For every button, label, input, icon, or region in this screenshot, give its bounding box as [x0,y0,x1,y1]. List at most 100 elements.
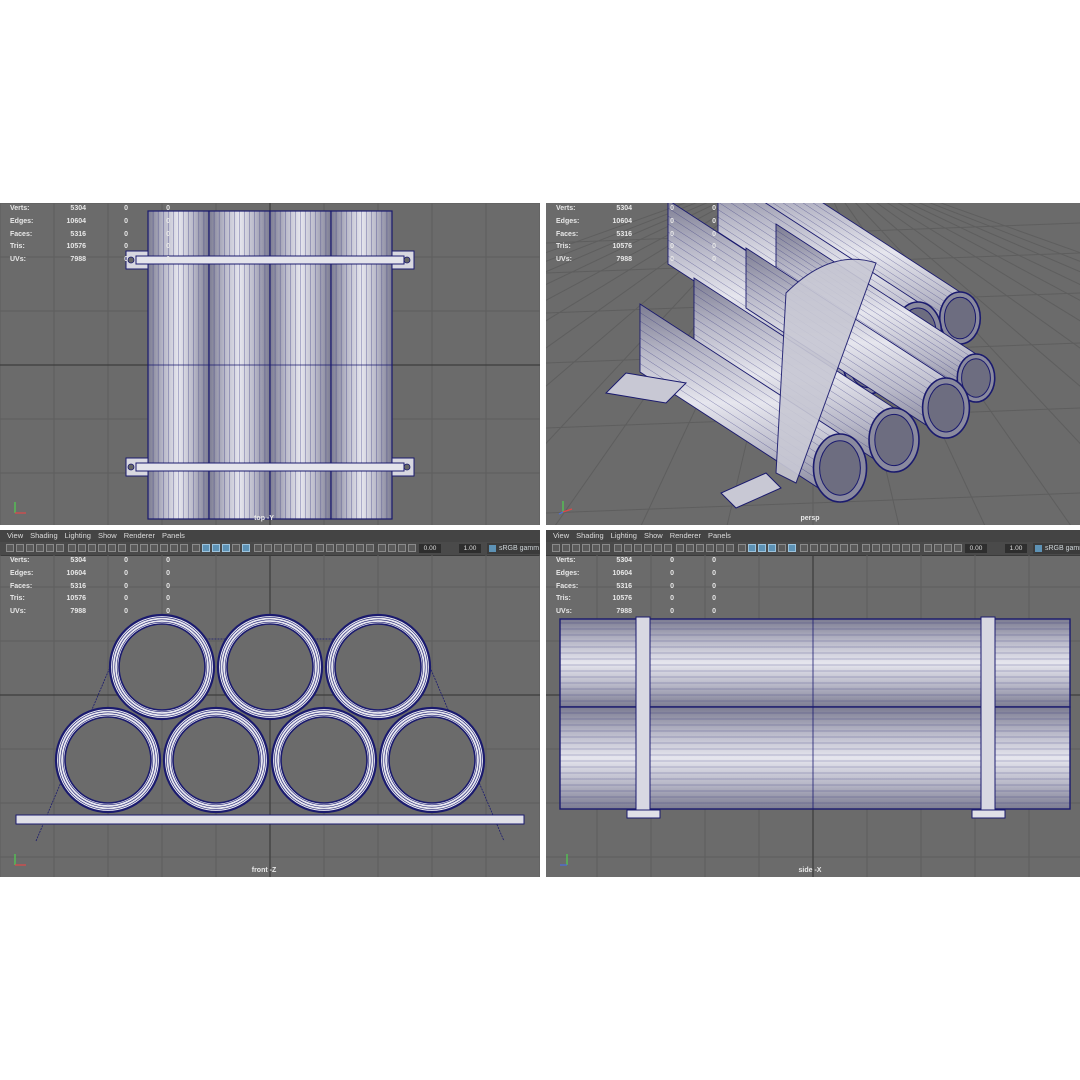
gamma-field[interactable]: 1.00 [1005,544,1027,553]
toolbar-tool-icon[interactable] [738,544,746,552]
toolbar-tool-icon[interactable] [108,544,116,552]
menu-renderer[interactable]: Renderer [670,530,701,542]
toolbar-tool-icon[interactable] [36,544,44,552]
toolbar-tool-icon[interactable] [346,544,354,552]
toolbar-tool-icon[interactable] [304,544,312,552]
toolbar-tool-icon[interactable] [56,544,64,552]
toolbar-tool-icon[interactable] [676,544,684,552]
toolbar-tool-icon[interactable] [758,544,766,552]
toolbar-tool-icon[interactable] [78,544,86,552]
menu-show[interactable]: Show [98,530,117,542]
toolbar-tool-icon[interactable] [954,544,962,552]
toolbar-tool-icon[interactable] [388,544,396,552]
toolbar-tool-icon[interactable] [140,544,148,552]
toolbar-tool-icon[interactable] [398,544,406,552]
toolbar-tool-icon[interactable] [170,544,178,552]
toolbar-tool-icon[interactable] [284,544,292,552]
toolbar-tool-icon[interactable] [912,544,920,552]
toolbar-tool-icon[interactable] [872,544,880,552]
toolbar-tool-icon[interactable] [850,544,858,552]
toolbar-tool-icon[interactable] [316,544,324,552]
color-space-dropdown[interactable]: sRGB gamm [487,543,540,554]
toolbar-tool-icon[interactable] [222,544,230,552]
toolbar-tool-icon[interactable] [202,544,210,552]
exposure-field[interactable]: 0.00 [965,544,987,553]
toolbar-tool-icon[interactable] [98,544,106,552]
toolbar-tool-icon[interactable] [924,544,932,552]
menu-renderer[interactable]: Renderer [124,530,155,542]
menu-lighting[interactable]: Lighting [65,530,91,542]
toolbar-tool-icon[interactable] [160,544,168,552]
toolbar-tool-icon[interactable] [232,544,240,552]
toolbar-tool-icon[interactable] [294,544,302,552]
menu-lighting[interactable]: Lighting [611,530,637,542]
toolbar-tool-icon[interactable] [572,544,580,552]
toolbar-tool-icon[interactable] [696,544,704,552]
toolbar-tool-icon[interactable] [664,544,672,552]
toolbar-tool-icon[interactable] [716,544,724,552]
toolbar-tool-icon[interactable] [264,544,272,552]
toolbar-tool-icon[interactable] [840,544,848,552]
toolbar-tool-icon[interactable] [274,544,282,552]
toolbar-tool-icon[interactable] [6,544,14,552]
toolbar-tool-icon[interactable] [16,544,24,552]
toolbar-tool-icon[interactable] [130,544,138,552]
menu-shading[interactable]: Shading [576,530,604,542]
toolbar-tool-icon[interactable] [378,544,386,552]
toolbar-tool-icon[interactable] [118,544,126,552]
toolbar-tool-icon[interactable] [862,544,870,552]
toolbar-tool-icon[interactable] [902,544,910,552]
toolbar-tool-icon[interactable] [68,544,76,552]
toolbar-tool-icon[interactable] [254,544,262,552]
toolbar-tool-icon[interactable] [644,544,652,552]
toolbar-tool-icon[interactable] [602,544,610,552]
menu-shading[interactable]: Shading [30,530,58,542]
toolbar-tool-icon[interactable] [726,544,734,552]
menu-show[interactable]: Show [644,530,663,542]
toolbar-tool-icon[interactable] [150,544,158,552]
toolbar-tool-icon[interactable] [552,544,560,552]
exposure-field[interactable]: 0.00 [419,544,441,553]
toolbar-tool-icon[interactable] [408,544,416,552]
menu-panels[interactable]: Panels [708,530,731,542]
toolbar-tool-icon[interactable] [582,544,590,552]
menu-panels[interactable]: Panels [162,530,185,542]
toolbar-tool-icon[interactable] [830,544,838,552]
toolbar-tool-icon[interactable] [88,544,96,552]
toolbar-tool-icon[interactable] [788,544,796,552]
toolbar-tool-icon[interactable] [242,544,250,552]
toolbar-tool-icon[interactable] [624,544,632,552]
toolbar-tool-icon[interactable] [810,544,818,552]
color-space-dropdown[interactable]: sRGB gamm [1033,543,1080,554]
toolbar-tool-icon[interactable] [820,544,828,552]
menu-view[interactable]: View [553,530,569,542]
viewport-persp[interactable]: Verts: 5304 0 0 Edges: 10604 0 0 Faces: 5316 0 0 … [546,203,1080,525]
toolbar-tool-icon[interactable] [706,544,714,552]
toolbar-tool-icon[interactable] [356,544,364,552]
toolbar-tool-icon[interactable] [336,544,344,552]
toolbar-tool-icon[interactable] [800,544,808,552]
toolbar-tool-icon[interactable] [944,544,952,552]
toolbar-tool-icon[interactable] [562,544,570,552]
toolbar-tool-icon[interactable] [326,544,334,552]
toolbar-tool-icon[interactable] [686,544,694,552]
viewport-front[interactable]: View Shading Lighting Show Renderer Panels 0.… [0,530,540,877]
toolbar-tool-icon[interactable] [892,544,900,552]
toolbar-tool-icon[interactable] [882,544,890,552]
toolbar-tool-icon[interactable] [46,544,54,552]
toolbar-tool-icon[interactable] [768,544,776,552]
viewport-top[interactable]: Verts: 5304 0 0 Edges: 10604 0 0 Faces: 5316 0 0 … [0,203,540,525]
gamma-field[interactable]: 1.00 [459,544,481,553]
toolbar-tool-icon[interactable] [180,544,188,552]
toolbar-tool-icon[interactable] [634,544,642,552]
toolbar-tool-icon[interactable] [748,544,756,552]
toolbar-tool-icon[interactable] [592,544,600,552]
toolbar-tool-icon[interactable] [778,544,786,552]
toolbar-tool-icon[interactable] [934,544,942,552]
toolbar-tool-icon[interactable] [366,544,374,552]
viewport-side[interactable]: View Shading Lighting Show Renderer Panels 0.… [546,530,1080,877]
toolbar-tool-icon[interactable] [26,544,34,552]
toolbar-tool-icon[interactable] [212,544,220,552]
toolbar-tool-icon[interactable] [614,544,622,552]
menu-view[interactable]: View [7,530,23,542]
